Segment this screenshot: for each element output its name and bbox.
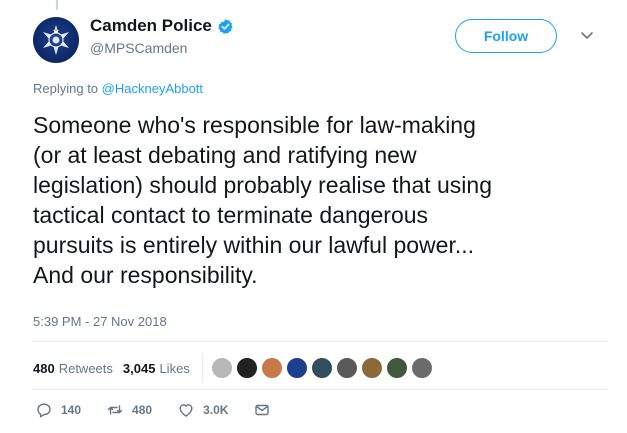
reply-button[interactable]: 140 xyxy=(36,402,81,418)
tweet-text: Someone who's responsible for law-making… xyxy=(33,112,493,288)
retweets-stat[interactable]: 480 Retweets xyxy=(33,361,113,376)
retweet-button[interactable]: 480 xyxy=(107,402,152,418)
reply-icon xyxy=(37,403,51,418)
account-avatar[interactable] xyxy=(33,17,79,63)
retweets-label: Retweets xyxy=(58,360,113,376)
avatar-1[interactable] xyxy=(210,357,233,379)
reply-count: 140 xyxy=(61,403,82,417)
verified-badge-icon xyxy=(218,18,233,34)
police-badge-icon xyxy=(43,25,69,55)
avatar-2[interactable] xyxy=(235,357,258,379)
retweet-count: 480 xyxy=(132,403,153,417)
thread-line xyxy=(56,0,58,10)
name-row: Camden Police xyxy=(90,16,234,36)
avatar-3[interactable] xyxy=(260,357,283,379)
avatar-9[interactable] xyxy=(410,357,433,379)
avatar-5[interactable] xyxy=(310,357,333,379)
retweets-count: 480 xyxy=(33,360,55,376)
display-name[interactable]: Camden Police xyxy=(90,16,212,36)
tweet-stats: 480 Retweets 3,045 Likes xyxy=(33,354,433,382)
tweet-actions: 140 480 3.0K xyxy=(36,402,305,418)
avatar-6[interactable] xyxy=(335,357,358,379)
replying-to-link[interactable]: @HackneyAbbott xyxy=(102,81,203,96)
retweet-icon xyxy=(107,405,123,415)
stats-divider xyxy=(201,354,203,382)
account-handle[interactable]: @MPSCamden xyxy=(90,40,234,56)
liker-avatars xyxy=(210,357,433,379)
divider-top xyxy=(33,341,608,342)
heart-icon xyxy=(179,404,193,417)
divider-bottom xyxy=(33,389,608,390)
likes-label: Likes xyxy=(159,360,190,376)
avatar-4[interactable] xyxy=(285,357,308,379)
likes-count: 3,045 xyxy=(122,360,156,376)
like-button[interactable]: 3.0K xyxy=(178,402,228,418)
direct-message-button[interactable] xyxy=(254,402,279,418)
follow-button[interactable]: Follow xyxy=(455,19,557,53)
tweet-header: Camden Police @MPSCamden Follow xyxy=(33,10,603,68)
envelope-icon xyxy=(255,404,270,416)
tweet-timestamp[interactable]: 5:39 PM - 27 Nov 2018 xyxy=(33,314,167,329)
avatar-7[interactable] xyxy=(360,357,383,379)
likes-stat[interactable]: 3,045 Likes xyxy=(123,361,190,376)
like-count: 3.0K xyxy=(203,403,229,417)
replying-to: Replying to @HackneyAbbott xyxy=(33,81,203,96)
account-names: Camden Police @MPSCamden xyxy=(90,16,234,56)
avatar-8[interactable] xyxy=(385,357,408,379)
chevron-down-icon[interactable] xyxy=(579,27,595,43)
replying-to-prefix: Replying to xyxy=(33,81,99,96)
